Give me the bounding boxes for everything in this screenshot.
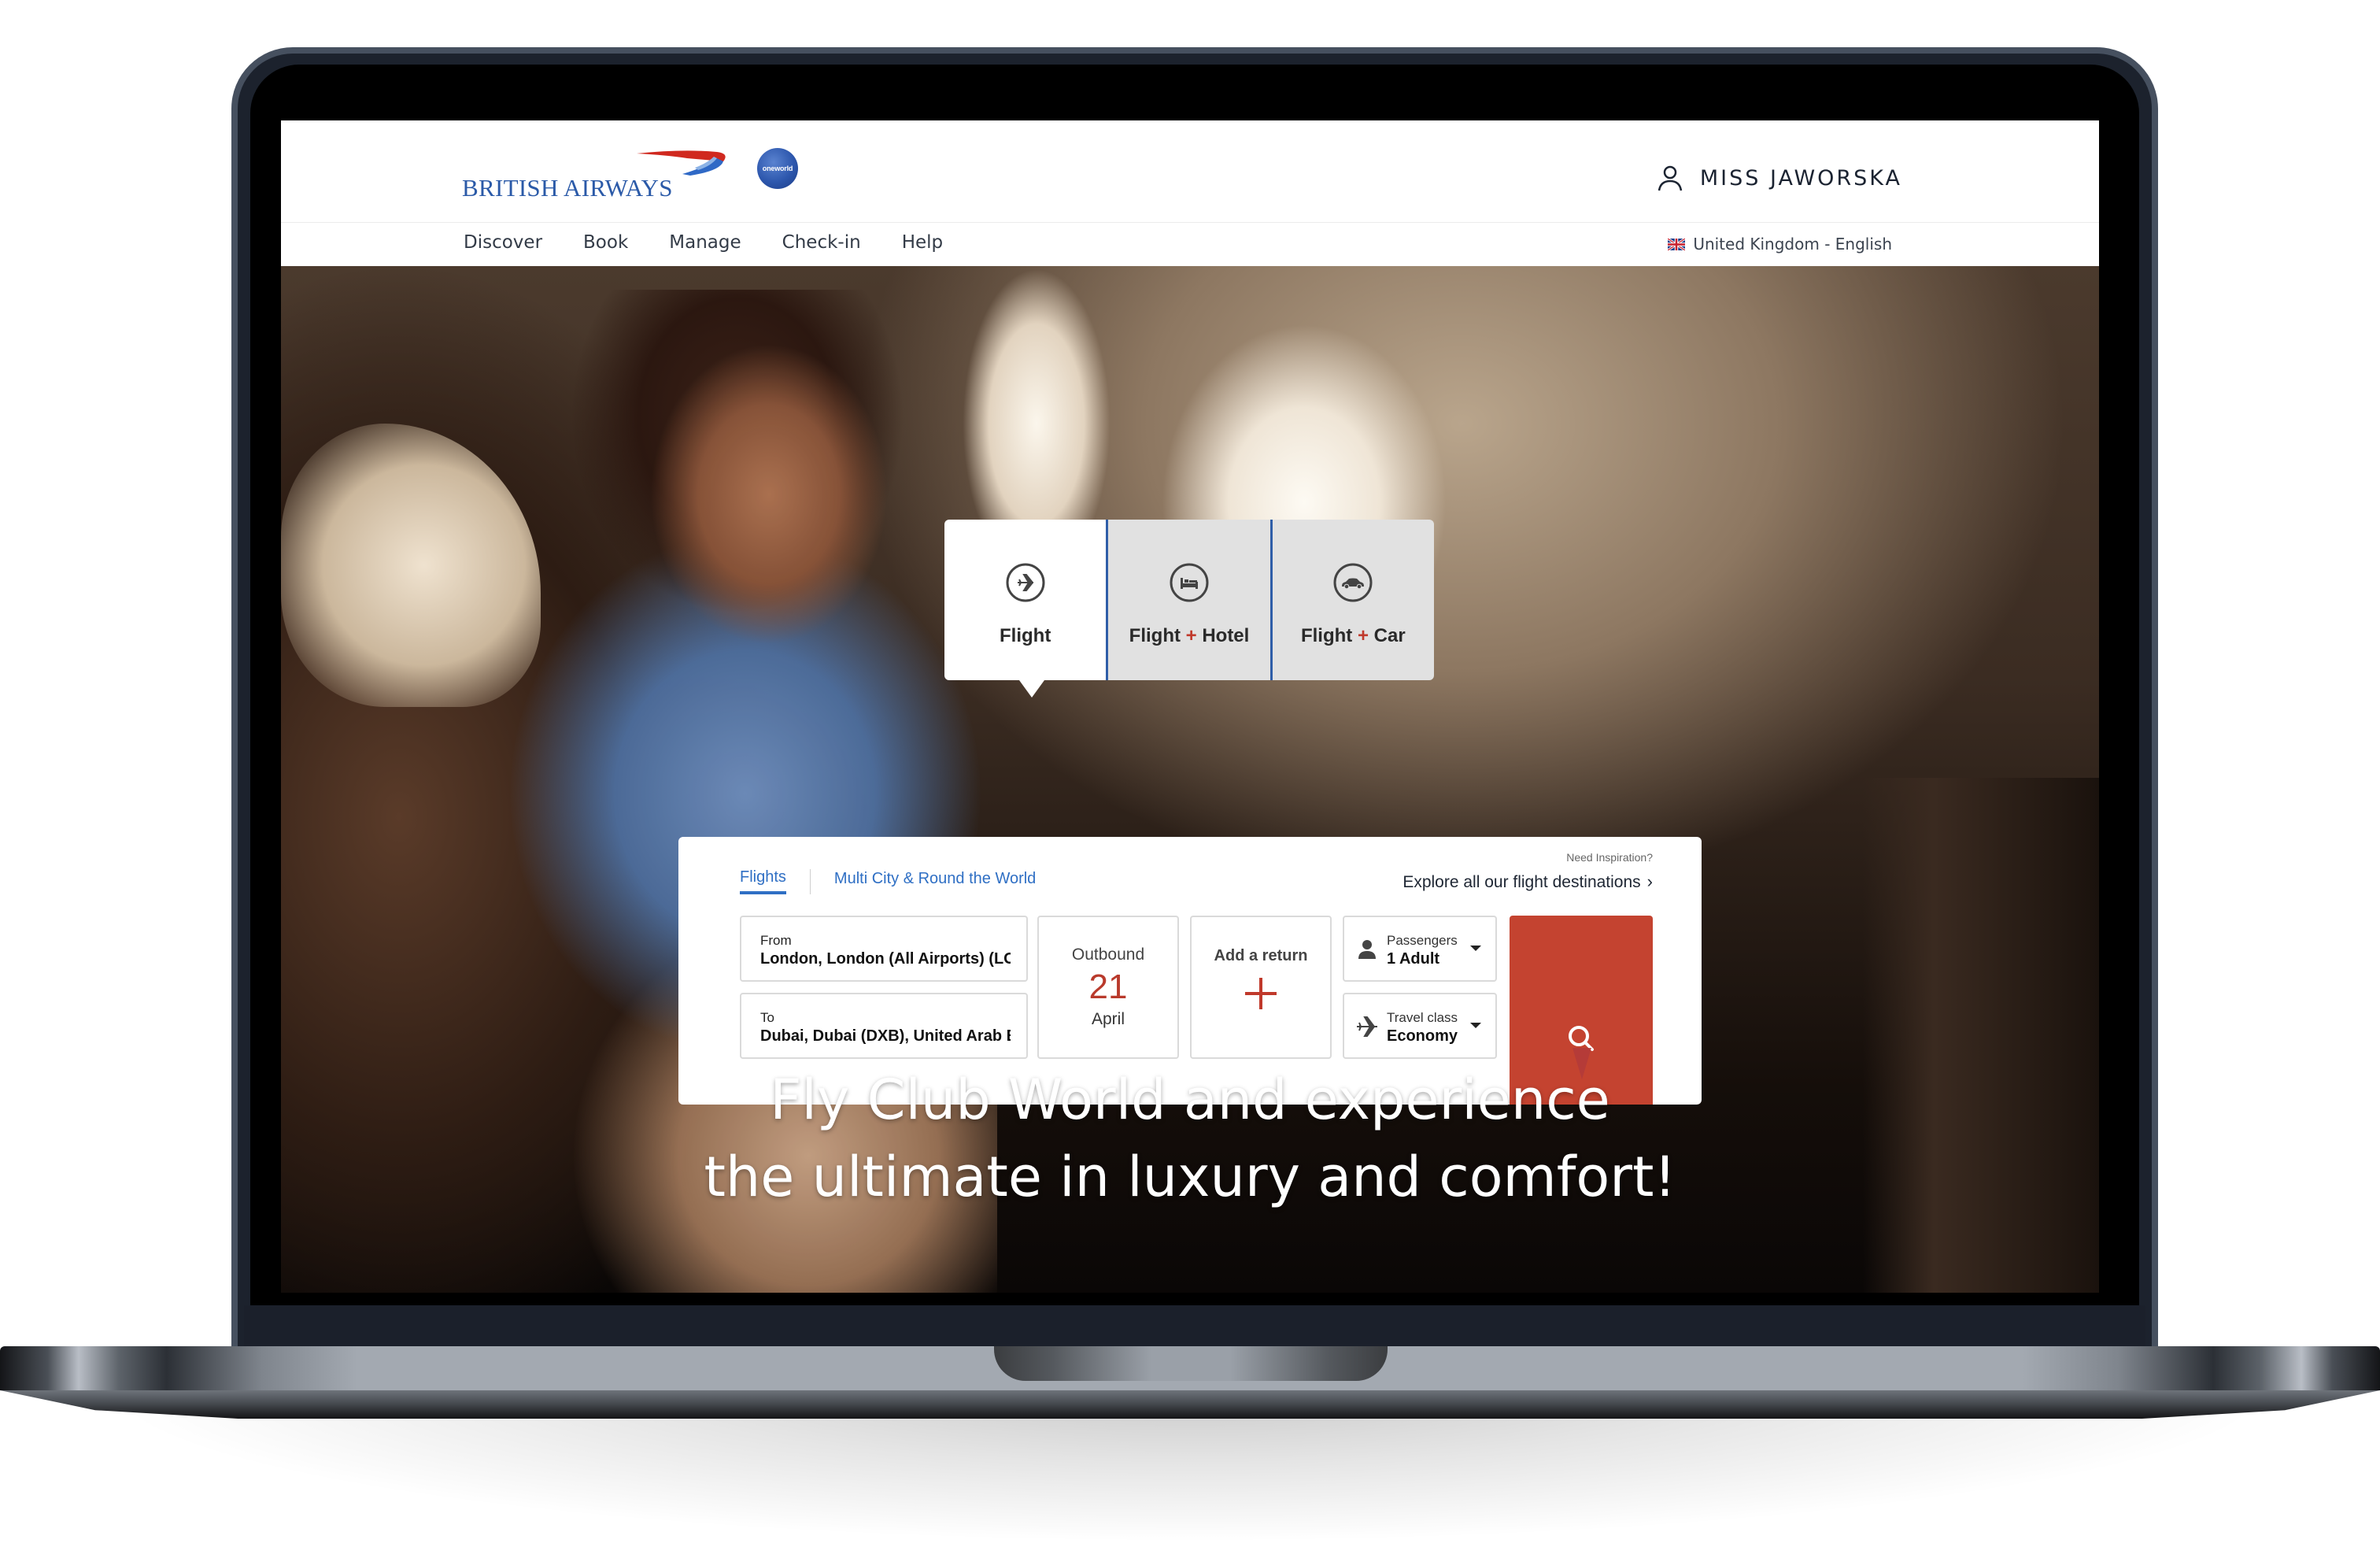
plus-icon [1245, 978, 1277, 1009]
airplane-icon [1357, 1016, 1377, 1037]
inspiration-prompt: Need Inspiration? [1566, 851, 1653, 864]
explore-destinations-link[interactable]: Explore all our flight destinations › [1402, 872, 1653, 892]
subtab-flights[interactable]: Flights [740, 868, 786, 894]
site-header: BRITISH AIRWAYS oneworld MISS JAWORSKA [281, 120, 2099, 222]
inspiration-block: Need Inspiration? Explore all our flight… [1402, 851, 1653, 892]
add-return-button[interactable]: Add a return [1190, 916, 1332, 1059]
passengers-value: 1 Adult [1387, 950, 1440, 968]
from-field[interactable]: From London, London (All Airports) (LON) [740, 916, 1028, 982]
tab-flight-car[interactable]: Flight + Car [1269, 520, 1434, 680]
subtab-divider [809, 868, 811, 894]
uk-flag-icon [1668, 238, 1686, 250]
nav-check-in[interactable]: Check-in [782, 232, 861, 253]
locale-label: United Kingdom - English [1693, 235, 1892, 254]
outbound-month: April [1091, 1010, 1125, 1028]
caret-down-icon [1470, 1023, 1481, 1028]
nav-manage[interactable]: Manage [669, 232, 741, 253]
locale-selector[interactable]: United Kingdom - English [1668, 235, 1892, 254]
flight-icon [1006, 563, 1045, 602]
active-tab-pointer [1019, 680, 1044, 698]
british-airways-logo[interactable]: BRITISH AIRWAYS [462, 144, 726, 207]
tab-flight-hotel[interactable]: Flight + Hotel [1106, 520, 1270, 680]
travel-class-value: Economy [1387, 1027, 1458, 1045]
to-value: Dubai, Dubai (DXB), United Arab Emirates [760, 1027, 1011, 1045]
chevron-right-icon: › [1646, 872, 1653, 891]
user-name: MISS JAWORSKA [1699, 165, 1902, 191]
hero-banner: Flight Flight + Hotel Flight + Car Fligh… [281, 266, 2099, 1293]
person-icon [1358, 940, 1376, 959]
travel-class-select[interactable]: Travel class Economy [1343, 993, 1497, 1059]
main-nav: Discover Book Manage Check-in Help Unite… [281, 222, 2099, 266]
hero-headline: Fly Club World and experience the ultima… [704, 1068, 1676, 1209]
user-icon [1658, 165, 1683, 191]
to-field[interactable]: To Dubai, Dubai (DXB), United Arab Emira… [740, 993, 1028, 1059]
hotel-bed-icon [1170, 563, 1209, 602]
outbound-day: 21 [1088, 968, 1128, 1006]
booking-type-tabs: Flight Flight + Hotel Flight + Car [944, 520, 1434, 698]
hero-seat-image [281, 424, 541, 707]
laptop-base-lip [0, 1390, 2380, 1419]
nav-help[interactable]: Help [902, 232, 943, 253]
from-value: London, London (All Airports) (LON) [760, 950, 1011, 968]
outbound-date-picker[interactable]: Outbound 21 April [1037, 916, 1179, 1059]
nav-book[interactable]: Book [583, 232, 628, 253]
tab-flight[interactable]: Flight [944, 520, 1107, 698]
caret-down-icon [1470, 946, 1481, 951]
subtab-multi-city[interactable]: Multi City & Round the World [834, 870, 1036, 893]
passengers-select[interactable]: Passengers 1 Adult [1343, 916, 1497, 982]
screen: BRITISH AIRWAYS oneworld MISS JAWORSKA D… [281, 120, 2099, 1293]
search-subtabs: Flights Multi City & Round the World [740, 868, 1036, 894]
user-account[interactable]: MISS JAWORSKA [1658, 165, 1902, 191]
oneworld-badge: oneworld [757, 148, 798, 189]
car-icon [1333, 563, 1373, 602]
speedmarque-icon [637, 150, 726, 176]
laptop-chin [244, 1305, 2145, 1349]
nav-discover[interactable]: Discover [464, 232, 542, 253]
laptop-notch [994, 1346, 1388, 1381]
